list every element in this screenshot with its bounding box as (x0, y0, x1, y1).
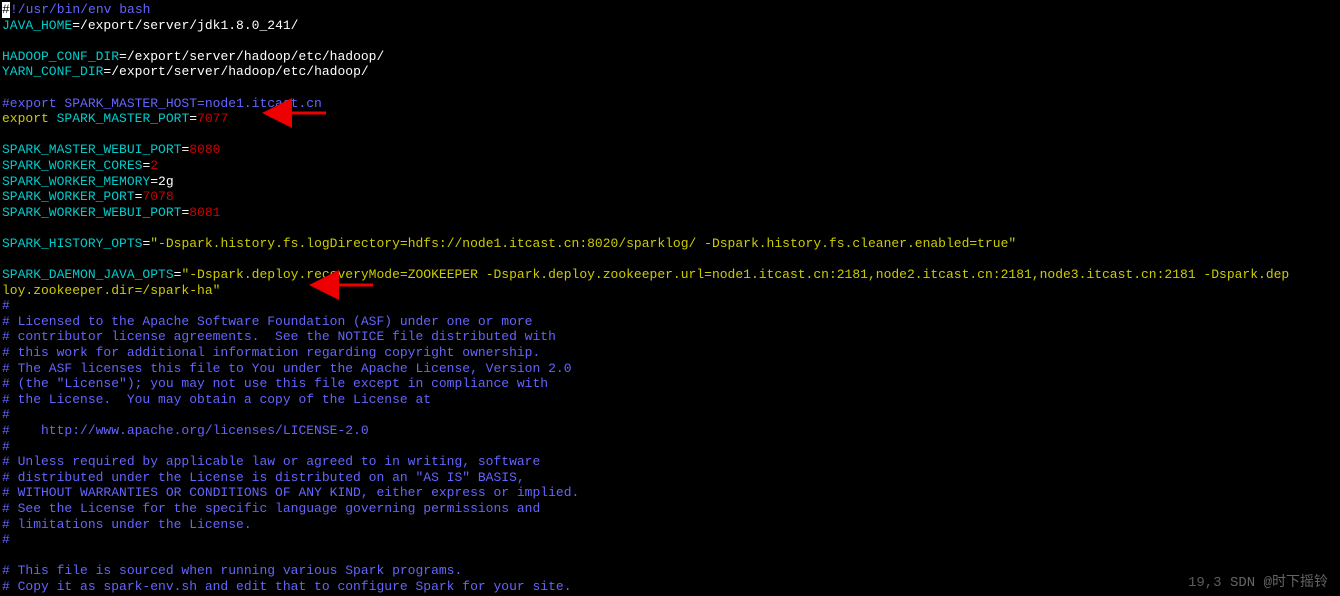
code-token: # Licensed to the Apache Software Founda… (2, 314, 533, 329)
code-token: 7078 (142, 189, 173, 204)
code-line[interactable] (2, 548, 1338, 564)
code-line[interactable]: HADOOP_CONF_DIR=/export/server/hadoop/et… (2, 49, 1338, 65)
code-token: /export/server/hadoop/etc/hadoop/ (111, 64, 368, 79)
code-line[interactable]: SPARK_DAEMON_JAVA_OPTS="-Dspark.deploy.r… (2, 267, 1338, 283)
code-token: JAVA_HOME (2, 18, 72, 33)
code-line[interactable]: # WITHOUT WARRANTIES OR CONDITIONS OF AN… (2, 485, 1338, 501)
code-line[interactable]: # (2, 298, 1338, 314)
code-token: 7077 (197, 111, 228, 126)
code-token: !/usr/bin/env bash (10, 2, 150, 17)
code-line[interactable]: export SPARK_MASTER_PORT=7077 (2, 111, 1338, 127)
code-token: = (72, 18, 80, 33)
code-token: loy.zookeeper.dir=/spark-ha" (2, 283, 220, 298)
code-token: = (119, 49, 127, 64)
code-token: "-Dspark.history.fs.logDirectory=hdfs://… (150, 236, 1016, 251)
cursor-position: 19,3 (1188, 575, 1222, 591)
code-token: # (2, 407, 10, 422)
code-token: # limitations under the License. (2, 517, 252, 532)
code-token: # WITHOUT WARRANTIES OR CONDITIONS OF AN… (2, 485, 579, 500)
code-line[interactable] (2, 127, 1338, 143)
code-token: # (2, 439, 10, 454)
code-line[interactable]: SPARK_MASTER_WEBUI_PORT=8080 (2, 142, 1338, 158)
code-line[interactable]: JAVA_HOME=/export/server/jdk1.8.0_241/ (2, 18, 1338, 34)
code-token: # (2, 532, 10, 547)
code-line[interactable]: # (2, 407, 1338, 423)
code-token: # the License. You may obtain a copy of … (2, 392, 431, 407)
code-token: SPARK_WORKER_PORT (2, 189, 135, 204)
code-token: 8081 (189, 205, 220, 220)
code-token: # Unless required by applicable law or a… (2, 454, 540, 469)
code-token: SPARK_WORKER_WEBUI_PORT (2, 205, 181, 220)
code-line[interactable]: # (the "License"); you may not use this … (2, 376, 1338, 392)
code-line[interactable]: #!/usr/bin/env bash (2, 2, 1338, 18)
code-token: = (189, 111, 197, 126)
code-line[interactable]: # See the License for the specific langu… (2, 501, 1338, 517)
code-line[interactable]: SPARK_WORKER_PORT=7078 (2, 189, 1338, 205)
code-token: # (2, 298, 10, 313)
code-token: export (2, 111, 49, 126)
code-token: # Copy it as spark-env.sh and edit that … (2, 579, 572, 594)
code-token: # This file is sourced when running vari… (2, 563, 462, 578)
code-token: SPARK_MASTER_PORT (57, 111, 190, 126)
watermark: 19,3 SDN @时下摇铃 (1188, 575, 1328, 592)
code-token: # http://www.apache.org/licenses/LICENSE… (2, 423, 369, 438)
code-token: 2 (150, 158, 158, 173)
code-line[interactable] (2, 80, 1338, 96)
code-token: HADOOP_CONF_DIR (2, 49, 119, 64)
code-token: # (the "License"); you may not use this … (2, 376, 548, 391)
code-line[interactable]: # limitations under the License. (2, 517, 1338, 533)
code-line[interactable]: # distributed under the License is distr… (2, 470, 1338, 486)
code-line[interactable]: # contributor license agreements. See th… (2, 329, 1338, 345)
code-token: # (2, 2, 10, 18)
code-token: SPARK_HISTORY_OPTS (2, 236, 142, 251)
terminal-editor[interactable]: #!/usr/bin/env bashJAVA_HOME=/export/ser… (2, 2, 1338, 595)
code-line[interactable]: YARN_CONF_DIR=/export/server/hadoop/etc/… (2, 64, 1338, 80)
code-line[interactable]: # This file is sourced when running vari… (2, 563, 1338, 579)
code-token: "-Dspark.deploy.recoveryMode=ZOOKEEPER -… (181, 267, 1289, 282)
code-line[interactable]: # Unless required by applicable law or a… (2, 454, 1338, 470)
code-line[interactable]: loy.zookeeper.dir=/spark-ha" (2, 283, 1338, 299)
code-line[interactable]: # (2, 439, 1338, 455)
code-token: SPARK_WORKER_CORES (2, 158, 142, 173)
code-token: SPARK_WORKER_MEMORY (2, 174, 150, 189)
code-token: # The ASF licenses this file to You unde… (2, 361, 572, 376)
code-line[interactable]: SPARK_WORKER_MEMORY=2g (2, 174, 1338, 190)
watermark-text: SDN @时下摇铃 (1230, 575, 1328, 591)
code-token: # distributed under the License is distr… (2, 470, 525, 485)
code-token: YARN_CONF_DIR (2, 64, 103, 79)
code-line[interactable] (2, 220, 1338, 236)
code-token: 8080 (189, 142, 220, 157)
code-line[interactable]: # Licensed to the Apache Software Founda… (2, 314, 1338, 330)
code-token: /export/server/hadoop/etc/hadoop/ (127, 49, 384, 64)
code-line[interactable]: # (2, 532, 1338, 548)
code-line[interactable]: #export SPARK_MASTER_HOST=node1.itcast.c… (2, 96, 1338, 112)
code-line[interactable] (2, 252, 1338, 268)
code-line[interactable] (2, 33, 1338, 49)
code-line[interactable]: SPARK_WORKER_WEBUI_PORT=8081 (2, 205, 1338, 221)
code-line[interactable]: # Copy it as spark-env.sh and edit that … (2, 579, 1338, 595)
code-token: # See the License for the specific langu… (2, 501, 540, 516)
code-line[interactable]: # this work for additional information r… (2, 345, 1338, 361)
code-token: # contributor license agreements. See th… (2, 329, 556, 344)
code-line[interactable]: SPARK_HISTORY_OPTS="-Dspark.history.fs.l… (2, 236, 1338, 252)
code-token: # this work for additional information r… (2, 345, 540, 360)
code-token: SPARK_MASTER_WEBUI_PORT (2, 142, 181, 157)
code-token: SPARK_DAEMON_JAVA_OPTS (2, 267, 174, 282)
code-token: #export SPARK_MASTER_HOST=node1.itcast.c… (2, 96, 322, 111)
code-line[interactable]: # The ASF licenses this file to You unde… (2, 361, 1338, 377)
code-line[interactable]: SPARK_WORKER_CORES=2 (2, 158, 1338, 174)
code-token: = (150, 174, 158, 189)
code-line[interactable]: # http://www.apache.org/licenses/LICENSE… (2, 423, 1338, 439)
code-token: 2g (158, 174, 174, 189)
code-line[interactable]: # the License. You may obtain a copy of … (2, 392, 1338, 408)
code-token (49, 111, 57, 126)
code-token: /export/server/jdk1.8.0_241/ (80, 18, 298, 33)
